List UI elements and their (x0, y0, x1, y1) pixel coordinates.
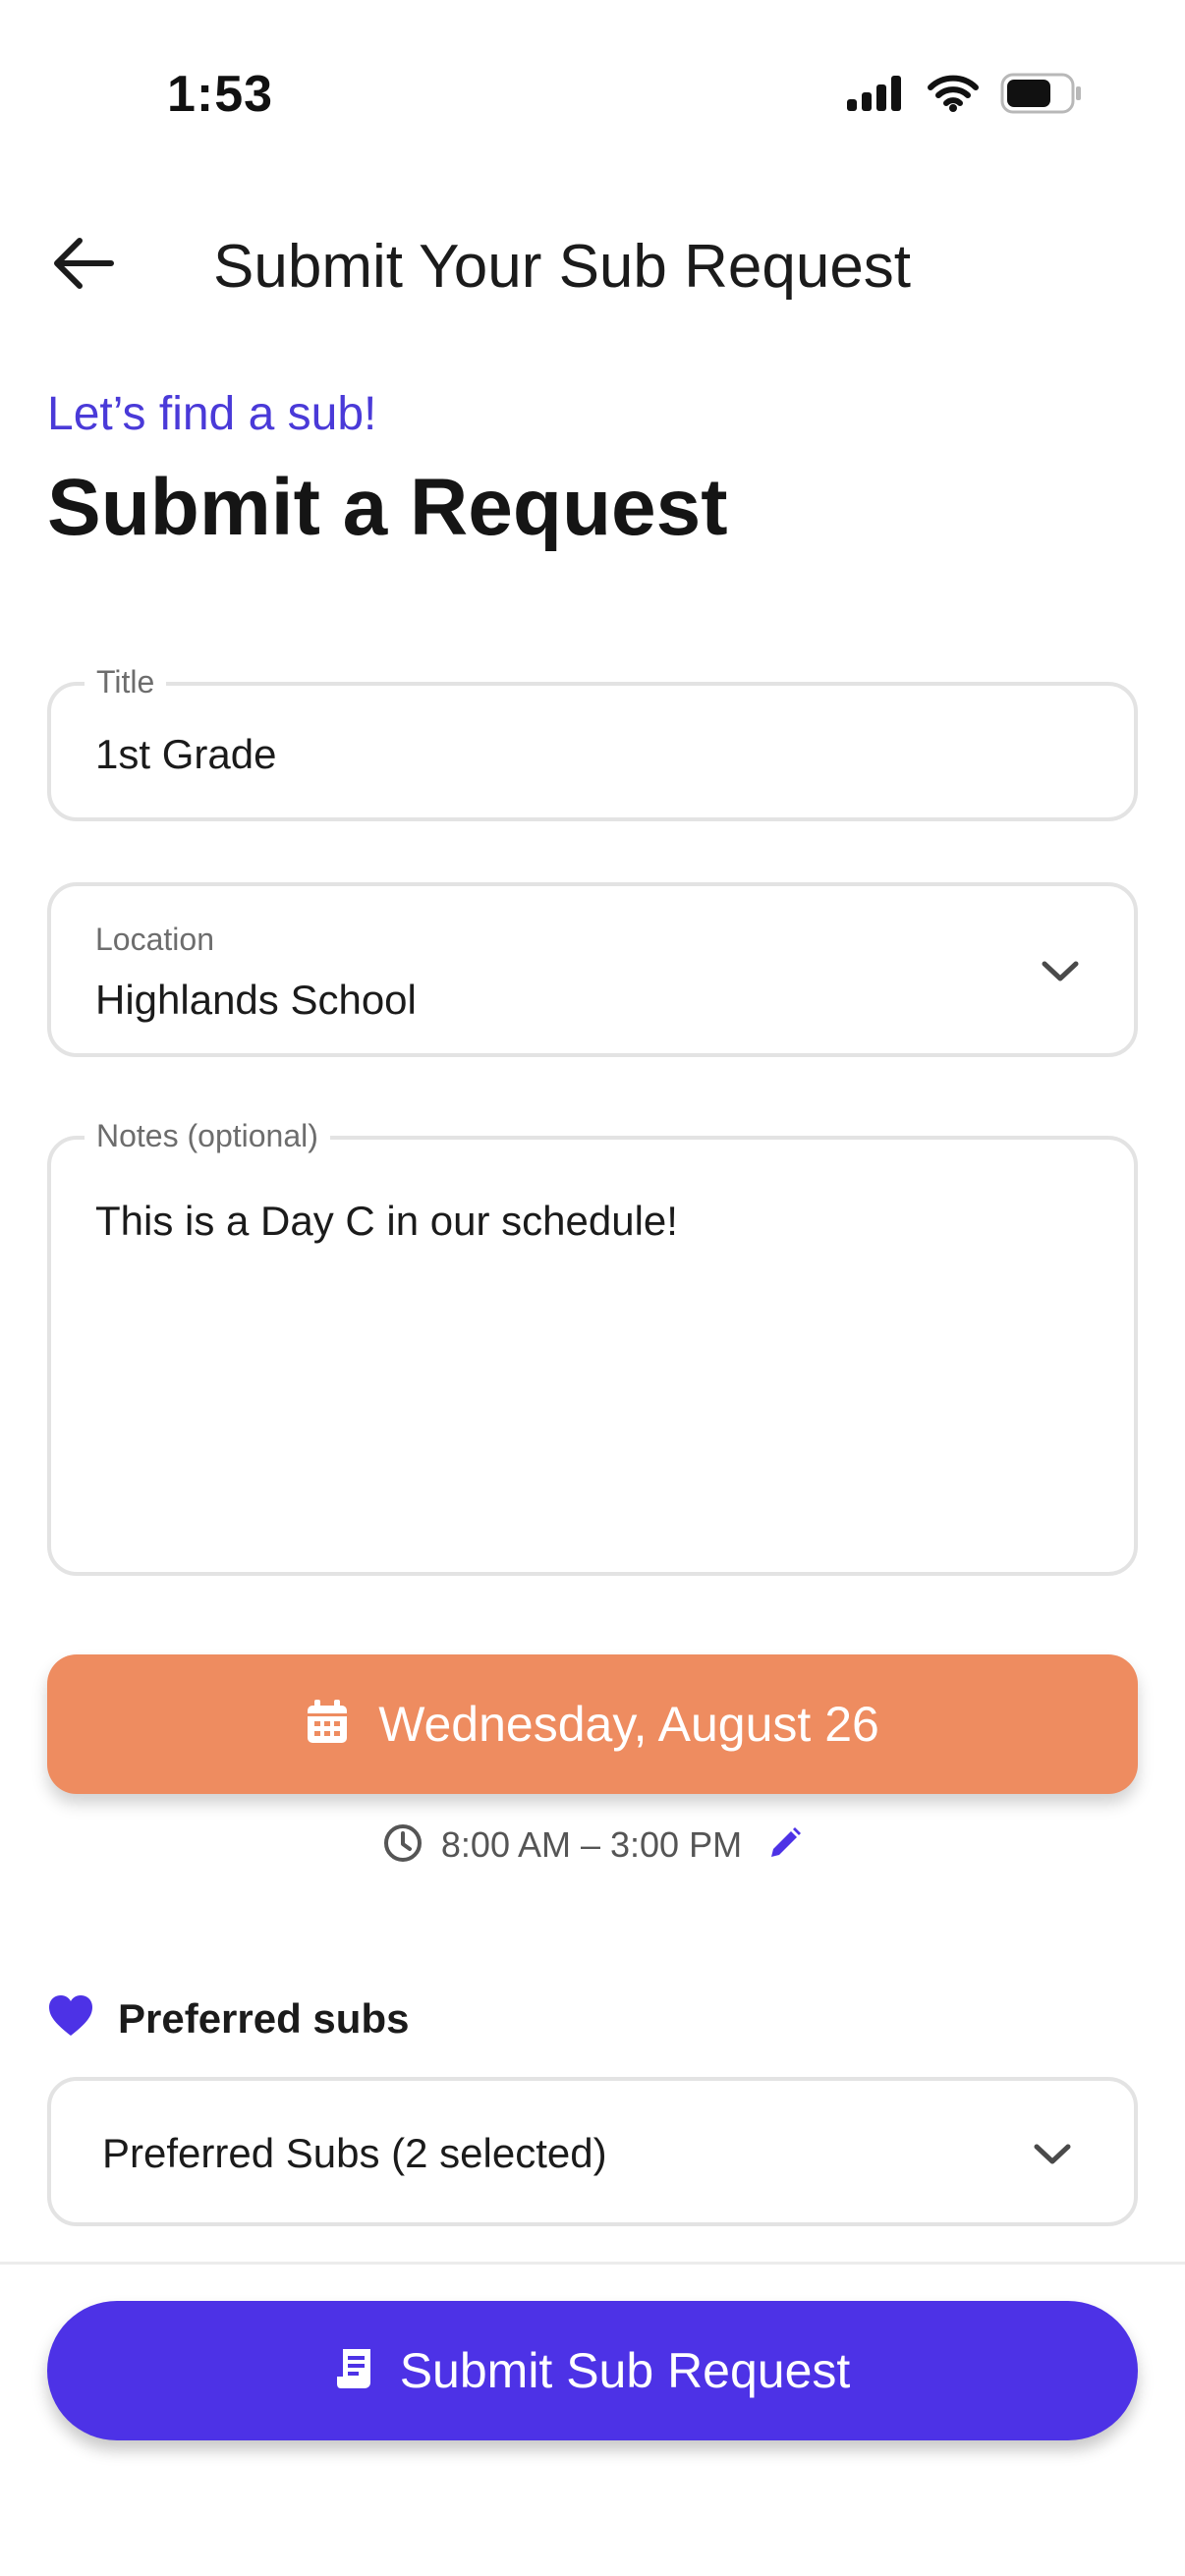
preferred-subs-label: Preferred subs (118, 1994, 410, 2042)
status-icons (847, 73, 1083, 119)
arrow-left-icon (50, 236, 115, 296)
chevron-down-icon (1030, 2132, 1075, 2177)
top-app-bar: Submit Your Sub Request (0, 206, 1185, 324)
preferred-subs-select[interactable]: Preferred Subs (2 selected) (47, 2077, 1138, 2226)
time-range-row: 8:00 AM – 3:00 PM (0, 1816, 1185, 1875)
location-field-label: Location (95, 922, 214, 957)
notes-field-label: Notes (optional) (85, 1118, 330, 1154)
cellular-signal-icon (847, 76, 906, 116)
title-field[interactable]: Title 1st Grade (47, 664, 1138, 821)
location-select[interactable]: Location Highlands School (47, 882, 1138, 1057)
wifi-icon (928, 75, 979, 117)
chevron-down-icon (1038, 949, 1083, 994)
notes-field[interactable]: Notes (optional) This is a Day C in our … (47, 1118, 1138, 1576)
date-picker-button[interactable]: Wednesday, August 26 (47, 1654, 1138, 1794)
intro-eyebrow: Let’s find a sub! (47, 388, 377, 440)
title-field-label: Title (85, 664, 167, 700)
sub-request-screen: 1:53 Submit Your Sub Request Let’s find … (0, 0, 1185, 2576)
heart-icon (47, 1994, 94, 2043)
battery-icon (1000, 73, 1083, 119)
page-title: Submit a Request (47, 463, 728, 552)
submit-button-label: Submit Sub Request (399, 2343, 851, 2398)
clock-icon (382, 1822, 423, 1869)
pencil-icon[interactable] (767, 1825, 803, 1866)
date-button-label: Wednesday, August 26 (378, 1697, 879, 1752)
back-button[interactable] (45, 228, 120, 303)
location-field-value: Highlands School (95, 977, 417, 1023)
preferred-subs-value: Preferred Subs (2 selected) (102, 2130, 607, 2176)
header-title: Submit Your Sub Request (213, 233, 912, 301)
title-field-value: 1st Grade (95, 731, 277, 777)
notes-field-value: This is a Day C in our schedule! (95, 1198, 678, 1244)
bottom-divider (0, 2262, 1185, 2265)
receipt-icon (335, 2347, 372, 2395)
submit-sub-request-button[interactable]: Submit Sub Request (47, 2301, 1138, 2440)
status-bar: 1:53 (0, 0, 1185, 147)
time-range-text: 8:00 AM – 3:00 PM (440, 1824, 743, 1865)
status-time: 1:53 (167, 66, 274, 123)
calendar-icon (306, 1699, 349, 1750)
preferred-subs-heading: Preferred subs (47, 1994, 409, 2043)
